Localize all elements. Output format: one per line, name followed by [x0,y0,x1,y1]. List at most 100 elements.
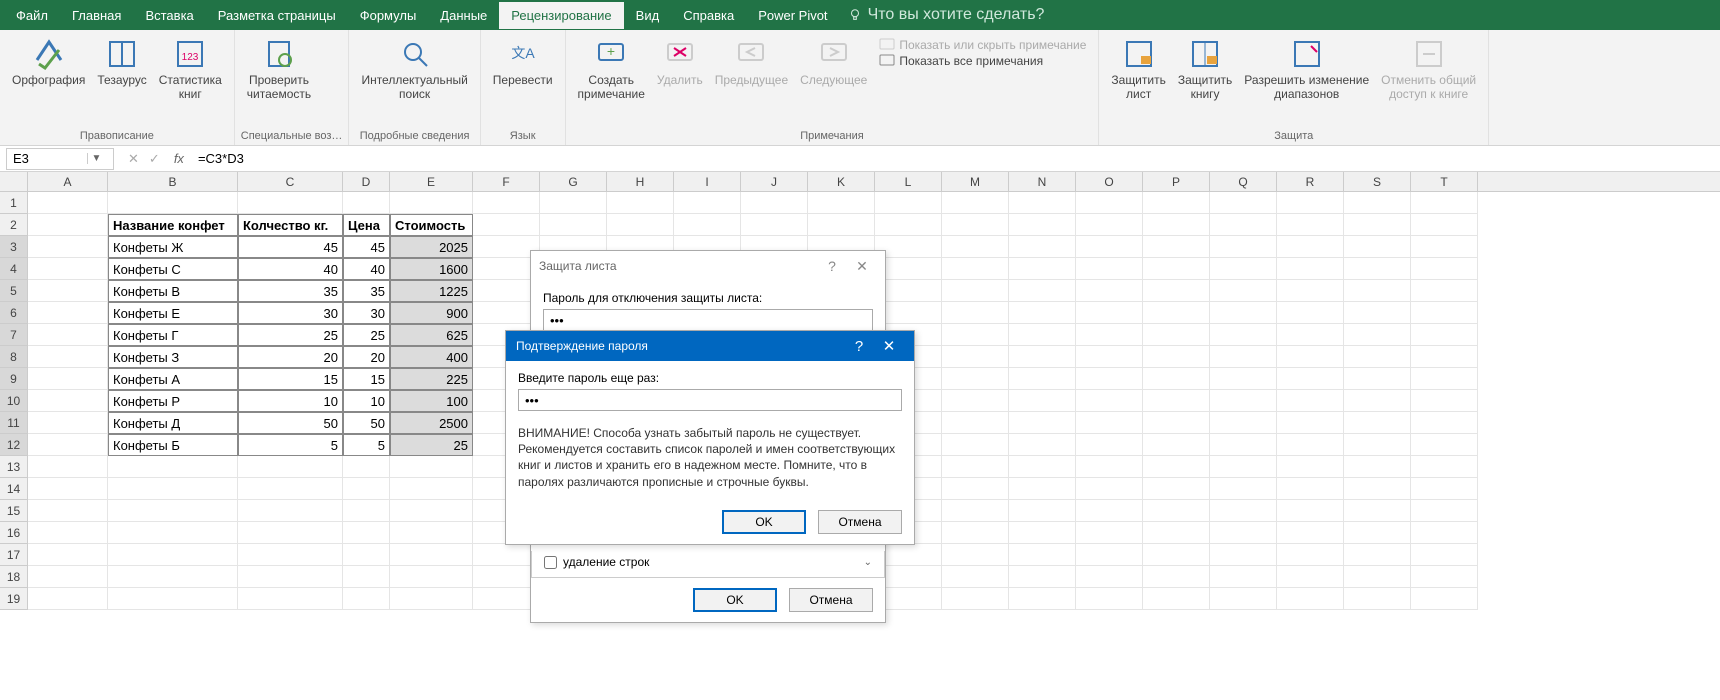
cell[interactable] [1277,588,1344,610]
cell[interactable] [942,566,1009,588]
cell[interactable] [108,544,238,566]
row-header[interactable]: 7 [0,324,28,346]
cell[interactable]: 625 [390,324,473,346]
cell[interactable] [1143,588,1210,610]
cell[interactable] [1277,302,1344,324]
cell[interactable] [390,522,473,544]
cell[interactable]: Название конфет [108,214,238,236]
cell[interactable] [1411,346,1478,368]
cell[interactable]: Цена [343,214,390,236]
column-header[interactable]: E [390,172,473,191]
cell[interactable] [540,192,607,214]
column-header[interactable]: C [238,172,343,191]
row-header[interactable]: 19 [0,588,28,610]
cell[interactable] [1009,214,1076,236]
cell[interactable] [1009,522,1076,544]
cell[interactable] [607,214,674,236]
cell[interactable] [390,456,473,478]
cell[interactable] [1277,456,1344,478]
cell[interactable] [238,566,343,588]
cancel-button[interactable]: Отмена [818,510,902,534]
cell[interactable] [1411,434,1478,456]
cell[interactable] [1411,566,1478,588]
column-header[interactable]: P [1143,172,1210,191]
cell[interactable]: Стоимость [390,214,473,236]
cell[interactable] [1009,368,1076,390]
cell[interactable] [343,588,390,610]
cell[interactable] [1210,280,1277,302]
cell[interactable] [1210,456,1277,478]
menu-разметка страницы[interactable]: Разметка страницы [206,2,348,29]
column-header[interactable]: F [473,172,540,191]
cell[interactable] [28,390,108,412]
cell[interactable]: Колчество кг. [238,214,343,236]
cell[interactable] [808,214,875,236]
cell[interactable] [1009,412,1076,434]
row-header[interactable]: 2 [0,214,28,236]
cell[interactable] [1143,258,1210,280]
column-header[interactable]: H [607,172,674,191]
thesaurus-button[interactable]: Тезаурус [91,34,152,92]
cell[interactable] [1143,368,1210,390]
menu-формулы[interactable]: Формулы [348,2,429,29]
cell[interactable] [942,368,1009,390]
cell[interactable] [108,588,238,610]
cell[interactable] [1277,280,1344,302]
cell[interactable] [1411,324,1478,346]
cell[interactable] [1143,500,1210,522]
cell[interactable] [1210,588,1277,610]
cell[interactable]: 40 [343,258,390,280]
cell[interactable] [28,280,108,302]
cell[interactable] [1076,544,1143,566]
column-header[interactable]: K [808,172,875,191]
cell[interactable] [28,456,108,478]
cell[interactable] [390,500,473,522]
cell[interactable] [1411,214,1478,236]
cell[interactable] [1210,390,1277,412]
cell[interactable] [942,478,1009,500]
help-icon[interactable]: ? [817,258,847,274]
cell[interactable] [1076,302,1143,324]
cell[interactable] [1076,412,1143,434]
cell[interactable] [942,192,1009,214]
cell[interactable] [1411,236,1478,258]
cell[interactable] [1277,566,1344,588]
book-stats-button[interactable]: 123Статистика книг [153,34,228,106]
cell[interactable] [942,456,1009,478]
cell[interactable]: 50 [238,412,343,434]
cell[interactable] [1344,478,1411,500]
cell[interactable] [607,192,674,214]
name-box-input[interactable] [7,151,87,166]
cell[interactable] [540,214,607,236]
cell[interactable] [1143,302,1210,324]
row-header[interactable]: 17 [0,544,28,566]
cell[interactable] [1344,236,1411,258]
cell[interactable] [1411,258,1478,280]
cell[interactable]: Конфеты Ж [108,236,238,258]
cell[interactable]: 30 [238,302,343,324]
row-header[interactable]: 18 [0,566,28,588]
translate-button[interactable]: 文AПеревести [487,34,559,92]
cell[interactable] [1076,434,1143,456]
cell[interactable] [343,192,390,214]
cell[interactable] [1143,390,1210,412]
cell[interactable] [1344,258,1411,280]
cell[interactable]: 30 [343,302,390,324]
protect-book-button[interactable]: Защитить книгу [1172,34,1238,106]
cell[interactable] [28,236,108,258]
cell[interactable] [674,192,741,214]
cell[interactable]: 20 [238,346,343,368]
cell[interactable] [108,192,238,214]
cell[interactable] [1411,302,1478,324]
column-header[interactable]: D [343,172,390,191]
cell[interactable] [1210,258,1277,280]
cell[interactable] [1344,302,1411,324]
cell[interactable] [28,544,108,566]
cell[interactable] [343,544,390,566]
cell[interactable] [1009,346,1076,368]
delete-rows-checkbox[interactable] [544,556,557,569]
cancel-formula-icon[interactable]: ✕ [128,151,139,167]
cell[interactable] [1143,192,1210,214]
cell[interactable] [942,522,1009,544]
cell[interactable]: Конфеты С [108,258,238,280]
